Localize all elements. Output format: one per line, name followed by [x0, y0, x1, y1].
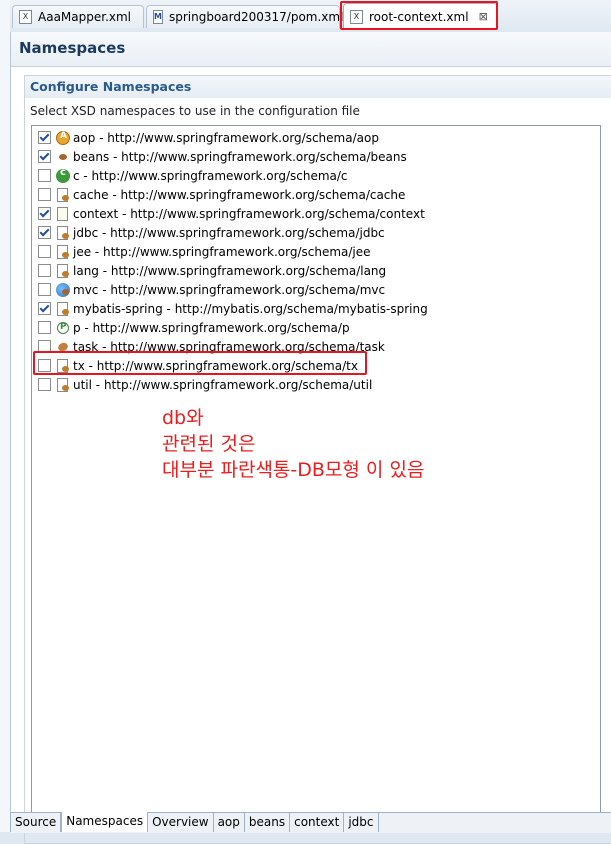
namespace-row[interactable]: jdbc - http://www.springframework.org/sc…	[38, 223, 385, 242]
namespace-row[interactable]: aop - http://www.springframework.org/sch…	[38, 128, 379, 147]
namespace-row[interactable]: beans - http://www.springframework.org/s…	[38, 147, 407, 166]
namespace-row[interactable]: jee - http://www.springframework.org/sch…	[38, 242, 371, 261]
namespace-label: c - http://www.springframework.org/schem…	[73, 168, 348, 183]
namespace-checkbox[interactable]	[38, 359, 51, 372]
tab-context[interactable]: context	[290, 813, 345, 832]
namespace-row[interactable]: c - http://www.springframework.org/schem…	[38, 166, 348, 185]
namespace-row[interactable]: cache - http://www.springframework.org/s…	[38, 185, 405, 204]
namespace-checkbox[interactable]	[38, 226, 51, 239]
tab-namespaces[interactable]: Namespaces	[61, 812, 149, 832]
annotation-note: db와 관련된 것은 대부분 파란색통-DB모형 이 있음	[162, 405, 424, 483]
c-namespace-icon	[56, 167, 70, 183]
namespace-label: util - http://www.springframework.org/sc…	[73, 377, 373, 392]
tab-beans[interactable]: beans	[244, 813, 291, 832]
namespace-row[interactable]: tx - http://www.springframework.org/sche…	[38, 356, 358, 375]
tab-aaamapper[interactable]: X AaaMapper.xml	[12, 5, 144, 28]
tab-root-context[interactable]: X root-context.xml ⊠	[343, 3, 498, 29]
namespace-checkbox[interactable]	[38, 150, 51, 163]
namespace-checkbox[interactable]	[38, 131, 51, 144]
namespace-checkbox[interactable]	[38, 207, 51, 220]
cache-icon	[57, 187, 69, 202]
namespace-row[interactable]: context - http://www.springframework.org…	[38, 204, 425, 223]
namespace-label: tx - http://www.springframework.org/sche…	[73, 358, 358, 373]
mybatis-icon	[57, 301, 69, 316]
task-icon	[56, 340, 70, 354]
page-header: Namespaces	[11, 32, 611, 67]
context-icon	[57, 206, 68, 221]
lang-icon	[57, 263, 69, 278]
namespace-row[interactable]: mvc - http://www.springframework.org/sch…	[38, 280, 385, 299]
tab-overview[interactable]: Overview	[148, 813, 214, 832]
editor-tab-bar: X AaaMapper.xml M springboard200317/pom.…	[10, 0, 611, 33]
tab-label: AaaMapper.xml	[38, 10, 132, 24]
annotation-line: 관련된 것은	[162, 433, 256, 455]
namespace-checkbox[interactable]	[38, 340, 51, 353]
namespace-checkbox[interactable]	[38, 378, 51, 391]
tab-pom[interactable]: M springboard200317/pom.xml	[146, 5, 344, 28]
namespace-row[interactable]: p - http://www.springframework.org/schem…	[38, 318, 350, 337]
namespace-checkbox[interactable]	[38, 321, 51, 334]
namespace-label: p - http://www.springframework.org/schem…	[73, 320, 350, 335]
namespace-label: lang - http://www.springframework.org/sc…	[73, 263, 387, 278]
jdbc-icon	[57, 225, 69, 240]
namespace-label: context - http://www.springframework.org…	[73, 206, 425, 221]
namespace-row[interactable]: lang - http://www.springframework.org/sc…	[38, 261, 386, 280]
bean-icon	[56, 150, 70, 164]
p-namespace-icon	[57, 321, 69, 334]
namespace-row[interactable]: mybatis-spring - http://mybatis.org/sche…	[38, 299, 428, 318]
close-icon[interactable]: ⊠	[479, 10, 488, 23]
mvc-globe-icon	[56, 282, 70, 297]
section-title: Configure Namespaces	[25, 76, 611, 98]
maven-file-icon: M	[153, 10, 163, 24]
tab-source[interactable]: Source	[10, 813, 62, 832]
namespace-label: beans - http://www.springframework.org/s…	[73, 149, 407, 164]
namespace-checkbox[interactable]	[38, 188, 51, 201]
tab-jdbc[interactable]: jdbc	[344, 813, 379, 832]
xml-file-icon: X	[350, 9, 363, 24]
namespace-label: task - http://www.springframework.org/sc…	[73, 339, 385, 354]
namespace-label: jdbc - http://www.springframework.org/sc…	[73, 225, 385, 240]
namespace-label: cache - http://www.springframework.org/s…	[73, 187, 406, 202]
namespace-checkbox[interactable]	[38, 245, 51, 258]
util-icon	[57, 377, 69, 392]
namespace-row[interactable]: util - http://www.springframework.org/sc…	[38, 375, 372, 394]
annotation-line: 대부분 파란색통-DB모형 이 있음	[162, 459, 425, 481]
namespace-label: jee - http://www.springframework.org/sch…	[73, 244, 371, 259]
annotation-line: db와	[162, 407, 204, 429]
tab-label: root-context.xml	[369, 9, 469, 24]
namespace-label: aop - http://www.springframework.org/sch…	[73, 130, 379, 145]
jee-icon	[57, 244, 69, 259]
namespace-checkbox[interactable]	[38, 169, 51, 182]
section-description: Select XSD namespaces to use in the conf…	[30, 104, 360, 118]
namespace-checkbox[interactable]	[38, 283, 51, 296]
namespace-row[interactable]: task - http://www.springframework.org/sc…	[38, 337, 385, 356]
namespace-checkbox[interactable]	[38, 264, 51, 277]
page-title: Namespaces	[19, 39, 126, 57]
xml-file-icon: X	[19, 10, 32, 24]
tab-label: springboard200317/pom.xml	[168, 10, 344, 24]
namespace-label: mvc - http://www.springframework.org/sch…	[73, 282, 386, 297]
bottom-tab-bar: Source Namespaces Overview aop beans context j…	[10, 812, 611, 833]
tx-icon	[57, 358, 69, 373]
aop-icon	[56, 130, 70, 145]
tab-aop[interactable]: aop	[213, 813, 245, 832]
namespace-label: mybatis-spring - http://mybatis.org/sche…	[73, 301, 428, 316]
namespace-checkbox[interactable]	[38, 302, 51, 315]
